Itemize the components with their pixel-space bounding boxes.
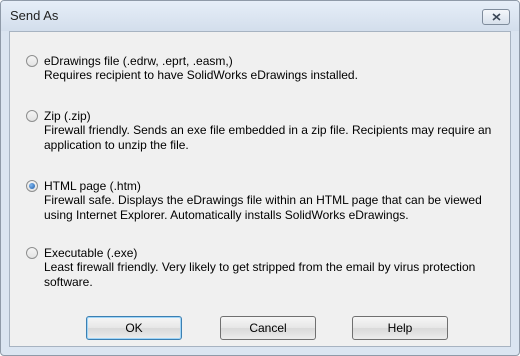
close-icon — [492, 13, 501, 21]
radio-executable[interactable] — [26, 247, 38, 259]
title-bar[interactable]: Send As — [1, 1, 519, 31]
help-button[interactable]: Help — [352, 316, 448, 340]
ok-button[interactable]: OK — [86, 316, 182, 340]
dialog-body: eDrawings file (.edrw, .eprt, .easm,) Re… — [9, 31, 511, 347]
option-zip-description: Firewall friendly. Sends an exe file emb… — [44, 123, 492, 152]
close-button[interactable] — [482, 9, 510, 25]
option-html-label: HTML page (.htm) — [44, 179, 141, 193]
cancel-button[interactable]: Cancel — [220, 316, 316, 340]
dialog-title: Send As — [10, 8, 59, 23]
option-edrawings-label: eDrawings file (.edrw, .eprt, .easm,) — [44, 54, 233, 68]
option-executable-label: Executable (.exe) — [44, 246, 138, 260]
radio-html[interactable] — [26, 180, 38, 192]
radio-edrawings[interactable] — [26, 55, 38, 67]
option-zip-label: Zip (.zip) — [44, 109, 91, 123]
radio-zip[interactable] — [26, 110, 38, 122]
option-edrawings-description: Requires recipient to have SolidWorks eD… — [44, 68, 358, 82]
option-html-description: Firewall safe. Displays the eDrawings fi… — [44, 193, 482, 222]
option-executable-description: Least firewall friendly. Very likely to … — [44, 260, 476, 289]
send-as-dialog: Send As eDrawings file (.edrw, .eprt, .e… — [0, 0, 520, 356]
